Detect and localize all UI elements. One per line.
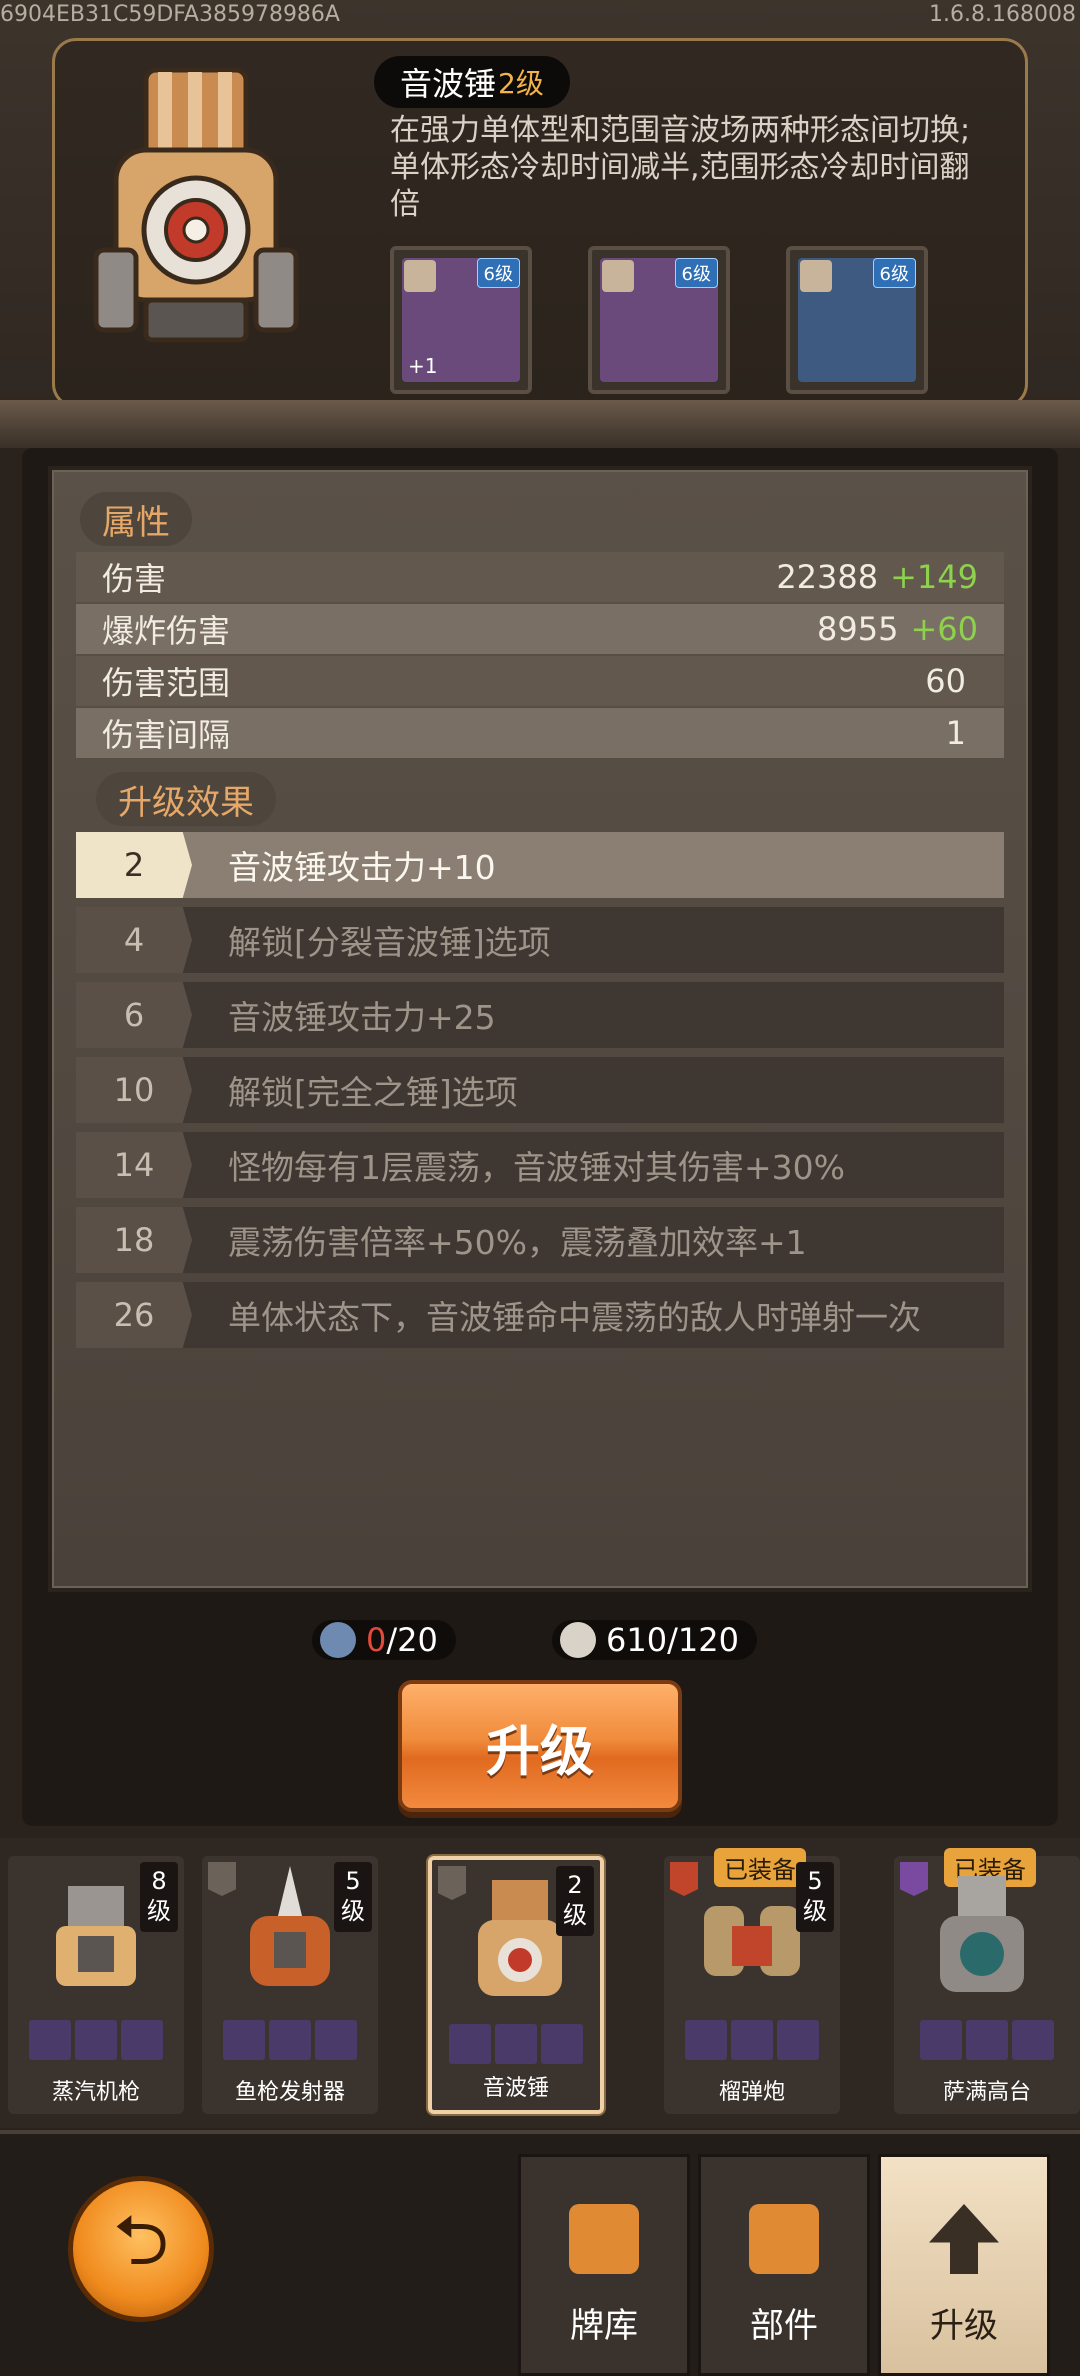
part-type-icon	[800, 260, 832, 292]
weapon-card-name: 蒸汽机枪	[51, 2080, 140, 2105]
blueprint-icon	[320, 1622, 356, 1658]
tab-label: 部件	[750, 2306, 818, 2346]
upgrade-row: 14 怪物每有1层震荡，音波锤对其伤害+30%	[76, 1132, 1004, 1198]
part-level-badge: 6级	[872, 258, 916, 288]
attribute-label: 伤害	[102, 560, 167, 598]
header-divider	[0, 400, 1080, 448]
tab-parts[interactable]: 部件	[698, 2154, 870, 2376]
upgrade-button[interactable]: 升级	[398, 1680, 682, 1812]
attribute-row: 爆炸伤害 8955 +60	[76, 604, 1004, 654]
tab-upgrade[interactable]: 升级	[878, 2154, 1050, 2376]
attribute-value: 8955	[817, 610, 899, 648]
cards-icon	[569, 2204, 639, 2274]
weapon-name: 音波锤	[400, 65, 497, 103]
upgrade-arrow-icon	[929, 2204, 999, 2274]
upgrade-level: 10	[76, 1057, 192, 1123]
blueprint-have: 0	[366, 1621, 387, 1659]
weapon-title: 音波锤 2级	[374, 56, 570, 108]
attribute-row: 伤害 22388 +149	[76, 552, 1004, 602]
weapon-card-name: 榴弹炮	[718, 2080, 785, 2105]
build-id: 6904EB31C59DFA385978986A	[0, 2, 340, 27]
weapon-level-badge: 5 级	[334, 1862, 372, 1932]
part-bonus: +1	[408, 354, 438, 378]
upgrade-text: 怪物每有1层震荡，音波锤对其伤害+30%	[228, 1148, 845, 1187]
upgrade-level: 18	[76, 1207, 192, 1273]
upgrade-text: 单体状态下，音波锤命中震荡的敌人时弹射一次	[228, 1298, 921, 1337]
part-card-3[interactable]: 6级	[786, 246, 928, 394]
tab-label: 升级	[930, 2306, 998, 2346]
weapon-parts	[14, 2020, 178, 2062]
part-card-2[interactable]: 6级	[588, 246, 730, 394]
weapon-level-badge: 2 级	[556, 1866, 594, 1936]
upgrade-row: 18 震荡伤害倍率+50%，震荡叠加效率+1	[76, 1207, 1004, 1273]
upgrade-text: 震荡伤害倍率+50%，震荡叠加效率+1	[228, 1223, 807, 1262]
weapon-level: 2级	[498, 67, 544, 100]
blueprint-counter: 0 /20	[312, 1620, 456, 1660]
upgrade-text: 解锁[完全之锤]选项	[228, 1073, 518, 1112]
back-arrow-icon: ⮌	[112, 2198, 170, 2281]
upgrade-level: 2	[76, 832, 192, 898]
upgrade-row: 26 单体状态下，音波锤命中震荡的敌人时弹射一次	[76, 1282, 1004, 1348]
attribute-bonus: +149	[890, 558, 978, 596]
weapon-description: 在强力单体型和范围音波场两种形态间切换;单体形态冷却时间减半,范围形态冷却时间翻…	[390, 113, 971, 222]
attribute-row: 伤害间隔 1	[76, 708, 1004, 758]
cannon-icon	[749, 2204, 819, 2274]
weapon-card-name: 音波锤	[482, 2076, 549, 2101]
weapon-parts	[208, 2020, 372, 2062]
upgrade-text: 音波锤攻击力+25	[228, 998, 496, 1037]
version-label: 1.6.8.168008	[929, 2, 1076, 27]
weapon-hammer-icon	[93, 67, 299, 343]
upgrade-effects-title: 升级效果	[96, 772, 276, 826]
gear-icon	[560, 1622, 596, 1658]
back-button[interactable]: ⮌	[68, 2176, 214, 2322]
weapon-card-name: 萨满高台	[942, 2080, 1031, 2105]
part-type-icon	[404, 260, 436, 292]
part-type-icon	[602, 260, 634, 292]
attribute-label: 爆炸伤害	[102, 612, 231, 650]
weapon-card-sonic-hammer[interactable]: 2 级 音波锤	[428, 1856, 604, 2114]
upgrade-row: 6 音波锤攻击力+25	[76, 982, 1004, 1048]
gear-value: 610/120	[606, 1621, 739, 1659]
weapon-level-badge: 8 级	[140, 1862, 178, 1932]
weapon-card-harpoon[interactable]: 5 级 鱼枪发射器	[202, 1856, 378, 2114]
weapon-parts	[670, 2020, 834, 2062]
blueprint-need: /20	[386, 1621, 438, 1659]
upgrade-level: 4	[76, 907, 192, 973]
attribute-label: 伤害间隔	[102, 716, 231, 754]
attribute-value: 22388	[776, 558, 879, 596]
tab-deck[interactable]: 牌库	[518, 2154, 690, 2376]
attribute-value: 60	[925, 662, 966, 700]
upgrade-row: 4 解锁[分裂音波锤]选项	[76, 907, 1004, 973]
attributes-title: 属性	[80, 492, 192, 546]
upgrade-text: 解锁[分裂音波锤]选项	[228, 923, 551, 962]
part-level-badge: 6级	[476, 258, 520, 288]
weapon-card-mortar[interactable]: 已装备 5 级 榴弹炮	[664, 1848, 840, 2114]
weapon-parts	[900, 2020, 1074, 2062]
weapon-level-badge: 5 级	[796, 1862, 834, 1932]
upgrade-level: 14	[76, 1132, 192, 1198]
weapon-card-shaman-platform[interactable]: 已装备 萨满高台	[894, 1848, 1080, 2114]
attribute-label: 伤害范围	[102, 664, 231, 702]
upgrade-row: 2 音波锤攻击力+10	[76, 832, 1004, 898]
upgrade-row: 10 解锁[完全之锤]选项	[76, 1057, 1004, 1123]
tab-label: 牌库	[570, 2306, 638, 2346]
weapon-card-name: 鱼枪发射器	[234, 2080, 345, 2105]
part-card-1[interactable]: 6级 +1	[390, 246, 532, 394]
weapon-parts	[438, 2024, 594, 2066]
shaman-platform-icon	[940, 1876, 1024, 1992]
gear-counter: 610/120	[552, 1620, 757, 1660]
weapon-card-steam-gun[interactable]: 8 级 蒸汽机枪	[8, 1856, 184, 2114]
upgrade-level: 26	[76, 1282, 192, 1348]
attribute-row: 伤害范围 60	[76, 656, 1004, 706]
upgrade-level: 6	[76, 982, 192, 1048]
attribute-value: 1	[945, 714, 966, 752]
part-level-badge: 6级	[674, 258, 718, 288]
attribute-bonus: +60	[910, 610, 978, 648]
upgrade-text: 音波锤攻击力+10	[228, 848, 496, 887]
